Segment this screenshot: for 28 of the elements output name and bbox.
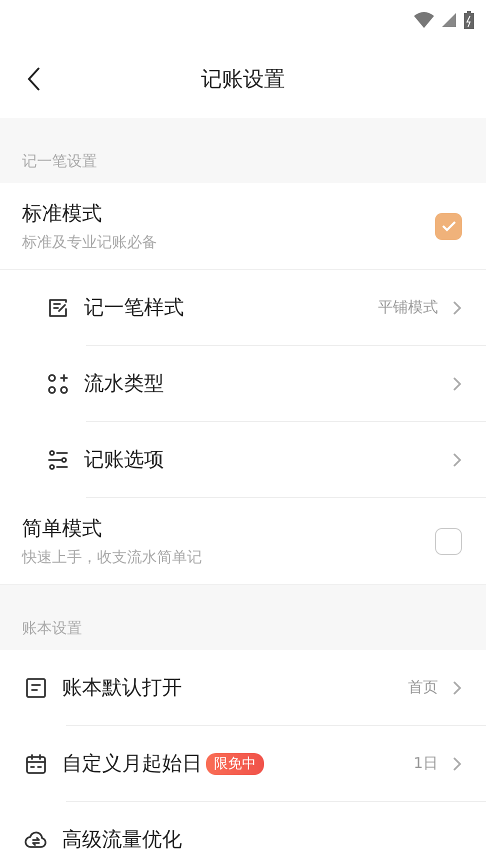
battery-icon — [464, 11, 474, 29]
row-value: 1日 — [413, 754, 438, 773]
options-icon — [46, 448, 70, 472]
section-header: 账本设置 — [22, 619, 82, 638]
settings-row[interactable]: 流水类型 — [0, 346, 486, 421]
settings-row[interactable]: 账本默认打开 首页 — [0, 650, 486, 725]
settings-row[interactable]: 记账选项 — [0, 422, 486, 497]
calendar-icon — [24, 752, 48, 776]
row-value: 首页 — [408, 678, 438, 697]
settings-row[interactable]: 高级流量优化 — [0, 802, 486, 864]
mode-title: 标准模式 — [22, 200, 103, 227]
document-icon — [24, 676, 48, 700]
page-title: 记账设置 — [201, 66, 285, 93]
grid-plus-icon — [46, 372, 70, 396]
checkbox[interactable] — [435, 212, 462, 240]
signal-icon — [442, 13, 456, 27]
settings-row[interactable]: 记一笔样式 平铺模式 — [0, 270, 486, 345]
mode-description: 标准及专业记账必备 — [22, 233, 158, 252]
promo-badge: 限免中 — [206, 752, 264, 774]
back-icon — [27, 67, 41, 91]
section-header: 记一笔设置 — [22, 152, 97, 171]
checkmark-icon — [442, 220, 456, 232]
mode-description: 快速上手，收支流水简单记 — [22, 548, 203, 567]
checkbox[interactable] — [435, 528, 462, 554]
settings-row[interactable]: 自定义月起始日 限免中 1日 — [0, 726, 486, 801]
mode-title: 简单模式 — [22, 515, 103, 542]
row-value: 平铺模式 — [378, 298, 438, 317]
wifi-icon — [414, 12, 434, 28]
